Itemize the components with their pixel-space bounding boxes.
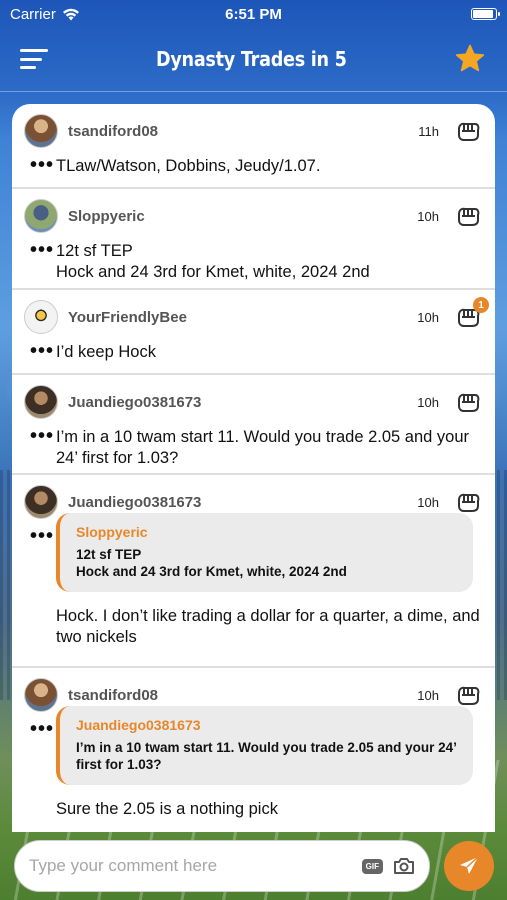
comment-input[interactable]: [29, 856, 362, 876]
comment-text: Hock. I don’t like trading a dollar for …: [56, 607, 480, 646]
comment-time: 11h: [418, 123, 439, 139]
comment-time: 10h: [417, 494, 439, 510]
comment-time: 10h: [417, 394, 439, 410]
comment-item: YourFriendlyBee 10h 1 ••• I’d keep Hock: [12, 290, 495, 375]
comment-item: tsandiford08 10h ••• Juandiego0381673 I’…: [12, 668, 495, 832]
page-title: Dynasty Trades in 5: [156, 47, 347, 71]
battery-icon: [471, 8, 500, 20]
quote-username: Juandiego0381673: [76, 717, 201, 733]
send-button[interactable]: [444, 841, 494, 891]
avatar[interactable]: [24, 199, 58, 233]
comment-item: Sloppyeric 10h ••• 12t sf TEP Hock and 2…: [12, 189, 495, 290]
comment-item: Juandiego0381673 10h ••• Sloppyeric 12t …: [12, 475, 495, 668]
more-options-icon[interactable]: •••: [24, 426, 56, 469]
comment-composer: GIF: [14, 840, 430, 892]
nav-bar: Dynasty Trades in 5: [0, 28, 507, 92]
more-options-icon[interactable]: •••: [24, 513, 56, 648]
fist-bump-icon[interactable]: [455, 391, 481, 413]
comment-username[interactable]: YourFriendlyBee: [68, 309, 417, 326]
more-options-icon[interactable]: •••: [24, 240, 56, 283]
more-options-icon[interactable]: •••: [24, 155, 56, 177]
quoted-comment[interactable]: Sloppyeric 12t sf TEP Hock and 24 3rd fo…: [56, 513, 473, 592]
quote-username: Sloppyeric: [76, 524, 148, 540]
fist-bump-icon[interactable]: [455, 120, 481, 142]
comment-text: Sure the 2.05 is a nothing pick: [56, 800, 278, 818]
comment-time: 10h: [417, 687, 439, 703]
comment-item: Juandiego0381673 10h ••• I’m in a 10 twa…: [12, 375, 495, 475]
comment-time: 10h: [417, 208, 439, 224]
star-icon[interactable]: [453, 42, 487, 76]
avatar[interactable]: [24, 300, 58, 334]
carrier-label: Carrier: [10, 5, 56, 23]
comment-username[interactable]: tsandiford08: [68, 123, 418, 140]
wifi-icon: [62, 8, 79, 20]
comment-text: TLaw/Watson, Dobbins, Jeudy/1.07.: [56, 157, 321, 175]
avatar[interactable]: [24, 114, 58, 148]
comment-username[interactable]: Juandiego0381673: [68, 394, 417, 411]
comment-text: I’m in a 10 twam start 11. Would you tra…: [56, 428, 470, 467]
more-options-icon[interactable]: •••: [24, 706, 56, 820]
comment-text: I’d keep Hock: [56, 343, 156, 361]
fist-bump-icon[interactable]: [455, 205, 481, 227]
comment-text: 12t sf TEP Hock and 24 3rd for Kmet, whi…: [56, 242, 370, 281]
comment-time: 10h: [417, 309, 439, 325]
send-icon: [460, 856, 479, 874]
gif-button[interactable]: GIF: [361, 858, 383, 874]
fist-bump-icon[interactable]: [455, 491, 481, 513]
fist-bump-icon[interactable]: 1: [455, 297, 489, 328]
reaction-count-badge: 1: [473, 297, 489, 313]
comments-list: tsandiford08 11h ••• TLaw/Watson, Dobbin…: [12, 104, 495, 832]
quote-text: I’m in a 10 twam start 11. Would you tra…: [76, 740, 457, 772]
comment-username[interactable]: tsandiford08: [68, 687, 417, 704]
status-bar: Carrier 6:51 PM: [0, 0, 507, 28]
comment-username[interactable]: Juandiego0381673: [68, 494, 417, 511]
hamburger-menu-icon[interactable]: [20, 46, 50, 72]
fist-bump-icon[interactable]: [455, 684, 481, 706]
camera-icon[interactable]: [393, 857, 415, 875]
comment-item: tsandiford08 11h ••• TLaw/Watson, Dobbin…: [12, 104, 495, 189]
more-options-icon[interactable]: •••: [24, 341, 56, 363]
avatar[interactable]: [24, 385, 58, 419]
quoted-comment[interactable]: Juandiego0381673 I’m in a 10 twam start …: [56, 706, 473, 785]
comment-username[interactable]: Sloppyeric: [68, 208, 417, 225]
quote-text: 12t sf TEP Hock and 24 3rd for Kmet, whi…: [76, 547, 347, 579]
